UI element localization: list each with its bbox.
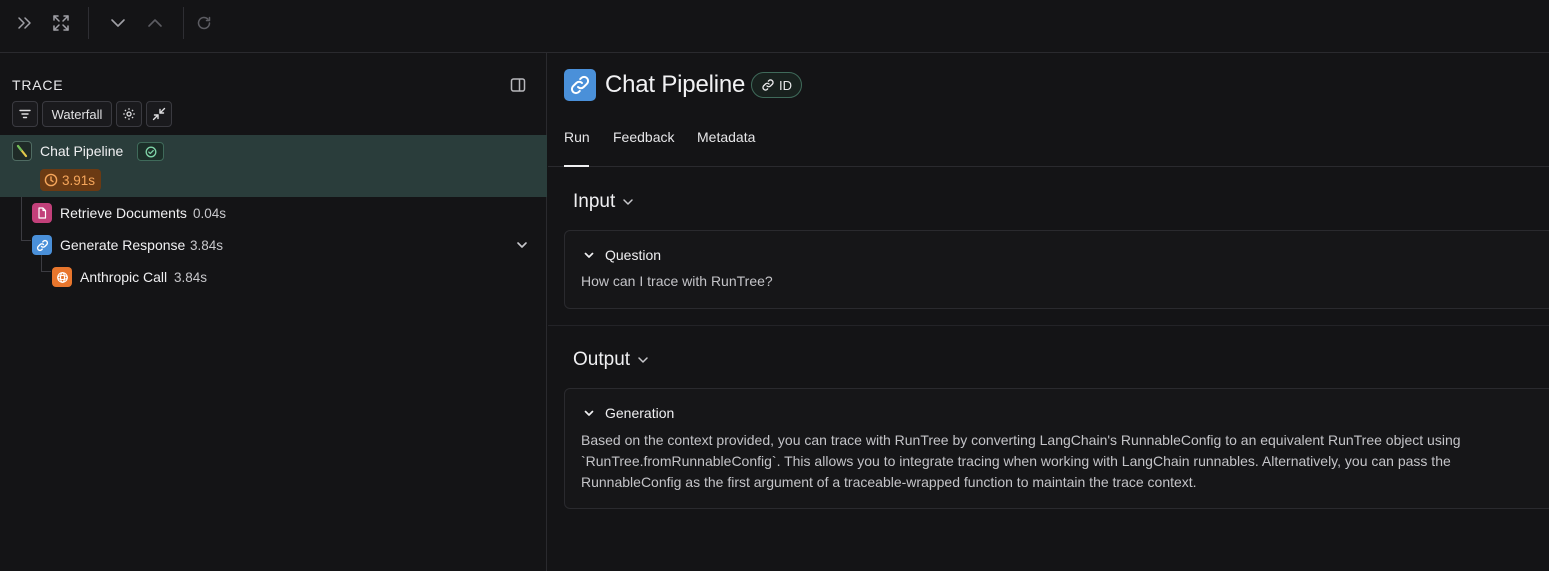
previous-run-button[interactable] [143,11,167,35]
tree-connector [41,254,42,271]
refresh-icon [196,15,212,31]
double-chevron-right-icon [16,14,34,32]
input-heading: Input [573,191,616,212]
toggle-sidebar-button[interactable] [509,76,527,94]
sidebar-icon [509,76,527,94]
chevron-down-icon [621,195,635,209]
run-title: Chat Pipeline [605,71,746,98]
trace-panel-title: TRACE [12,77,64,93]
run-detail-panel: Chat Pipeline ID Run Feedback Metadata I… [548,53,1549,571]
tree-node-label: Anthropic Call [80,269,168,285]
input-card: Question How can I trace with RunTree? [564,230,1549,309]
chevron-down-icon [583,407,595,419]
expand-node-button[interactable] [515,238,529,252]
output-card: Generation Based on the context provided… [564,388,1549,509]
tree-node-latency: 3.84s [174,270,208,285]
tree-node-latency: 3.84s [190,238,224,253]
generation-field-toggle[interactable]: Generation [583,405,674,421]
question-value: How can I trace with RunTree? [581,273,773,289]
input-section-toggle[interactable]: Input [573,191,635,213]
collapse-panel-button[interactable] [13,11,37,35]
id-label: ID [779,77,792,93]
chevron-down-icon [515,238,529,252]
generation-line: `RunTree.fromRunnableConfig`. This allow… [581,453,1451,469]
next-run-button[interactable] [106,11,130,35]
expand-icon [52,14,70,32]
tab-metadata[interactable]: Metadata [697,129,755,145]
tree-node-label: Retrieve Documents [60,205,187,221]
question-label: Question [605,247,662,263]
tabs-divider [548,166,1549,167]
latency-value: 3.91s [62,172,96,188]
question-field-toggle[interactable]: Question [583,247,661,263]
chevron-down-icon [109,14,127,32]
generation-line: Based on the context provided, you can t… [581,432,1461,448]
output-heading: Output [573,349,631,370]
document-icon [32,203,52,223]
tab-run[interactable]: Run [564,129,590,145]
filter-button[interactable] [12,101,38,127]
chevron-up-icon [146,14,164,32]
generation-label: Generation [605,405,675,421]
view-mode-select[interactable]: Waterfall [42,101,112,127]
tab-feedback[interactable]: Feedback [613,129,674,145]
generation-value: Based on the context provided, you can t… [581,430,1541,493]
latency-badge: 3.91s [40,169,102,191]
chevron-down-icon [636,353,650,367]
toolbar-divider [183,7,184,39]
filter-icon [18,107,32,121]
output-section-toggle[interactable]: Output [573,349,650,371]
chevron-down-icon [583,249,595,261]
tree-connector [41,271,51,272]
link-icon [564,69,596,101]
chain-icon [12,141,32,161]
section-divider [548,325,1549,326]
trace-panel: TRACE Waterfall Chat Pipeline 3.91s Retr… [0,53,547,571]
status-badge [137,142,164,161]
tree-node-label: Generate Response [60,237,186,253]
copy-id-button[interactable]: ID [751,72,802,98]
tree-connector [21,240,31,241]
fullscreen-button[interactable] [49,11,73,35]
link-icon [761,78,775,92]
clock-icon [44,173,58,187]
top-toolbar [0,0,1549,53]
check-circle-icon [145,146,157,158]
tree-connector [21,197,22,240]
trace-settings-button[interactable] [116,101,142,127]
link-icon [32,235,52,255]
collapse-tree-button[interactable] [146,101,172,127]
llm-icon [52,267,72,287]
collapse-icon [152,107,166,121]
active-tab-indicator [564,165,589,167]
tree-node-label: Chat Pipeline [40,143,124,159]
gear-icon [122,107,136,121]
generation-line: RunnableConfig as the first argument of … [581,474,1197,490]
toolbar-divider [88,7,89,39]
tree-node-latency: 0.04s [193,206,227,221]
refresh-button[interactable] [192,11,216,35]
